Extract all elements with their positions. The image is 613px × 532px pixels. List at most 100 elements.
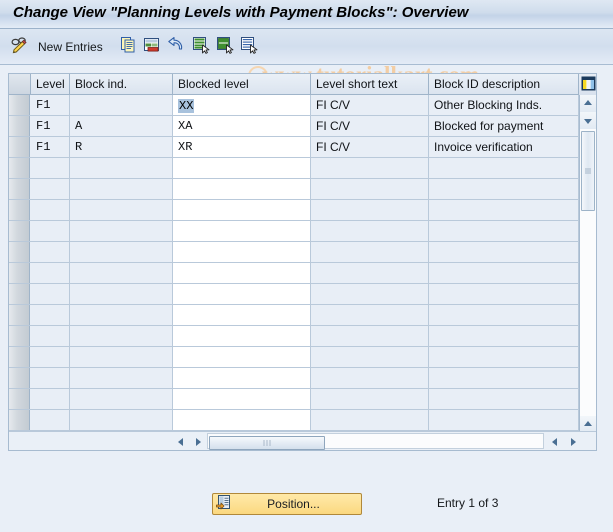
table-row[interactable] xyxy=(9,410,596,431)
cell-block_id_description xyxy=(429,179,579,199)
delete-button[interactable] xyxy=(143,36,161,58)
display-change-button[interactable] xyxy=(10,36,30,58)
cell-level_short_text xyxy=(311,200,429,220)
scroll-up-button[interactable] xyxy=(580,95,596,112)
horizontal-scroll-thumb[interactable] xyxy=(209,436,325,450)
row-selector[interactable] xyxy=(9,95,30,115)
row-selector[interactable] xyxy=(9,137,30,157)
table-row[interactable] xyxy=(9,368,596,389)
cell-block_id_description xyxy=(429,368,579,388)
row-selector[interactable] xyxy=(9,284,30,304)
cell-level_short_text xyxy=(311,158,429,178)
row-selector[interactable] xyxy=(9,242,30,262)
cell-blocked_level[interactable] xyxy=(173,242,311,262)
table-row[interactable] xyxy=(9,200,596,221)
row-selector[interactable] xyxy=(9,305,30,325)
scroll-far-right-button[interactable] xyxy=(565,434,580,449)
column-header-block-ind[interactable]: Block ind. xyxy=(70,74,173,94)
table-row[interactable] xyxy=(9,158,596,179)
table-row[interactable] xyxy=(9,284,596,305)
cell-blocked_level[interactable]: XX xyxy=(173,95,311,115)
select-block-button[interactable] xyxy=(216,36,234,58)
table-row[interactable] xyxy=(9,221,596,242)
row-selector[interactable] xyxy=(9,410,30,430)
cell-blocked_level[interactable] xyxy=(173,410,311,430)
row-selector[interactable] xyxy=(9,221,30,241)
cell-blocked_level[interactable]: XR xyxy=(173,137,311,157)
vertical-scrollbar[interactable] xyxy=(579,95,596,450)
table-row[interactable] xyxy=(9,179,596,200)
cell-level xyxy=(31,326,70,346)
column-config-button[interactable] xyxy=(578,74,596,95)
cell-blocked_level[interactable] xyxy=(173,158,311,178)
cell-blocked_level[interactable] xyxy=(173,179,311,199)
cell-level xyxy=(31,221,70,241)
cell-blocked_level[interactable] xyxy=(173,305,311,325)
column-header-block-id-description[interactable]: Block ID description xyxy=(429,74,579,94)
scroll-right-button[interactable] xyxy=(190,434,205,449)
scroll-far-left-button[interactable] xyxy=(547,434,562,449)
table-row[interactable]: F1 R XR FI C/V Invoice verification xyxy=(9,137,596,158)
row-selector[interactable] xyxy=(9,347,30,367)
horizontal-scrollbar[interactable] xyxy=(9,431,596,450)
cell-level xyxy=(31,200,70,220)
scroll-right-icon xyxy=(195,437,201,446)
select-all-icon xyxy=(192,36,210,59)
scroll-far-right-icon xyxy=(570,437,576,446)
cell-level: F1 xyxy=(31,95,70,115)
cell-level_short_text xyxy=(311,221,429,241)
copy-as-button[interactable] xyxy=(120,36,138,58)
row-selector[interactable] xyxy=(9,389,30,409)
table-body: F1 XX FI C/V Other Blocking Inds. F1 A XA FI C/… xyxy=(9,95,596,450)
glasses-pencil-icon xyxy=(10,35,30,60)
cell-level_short_text xyxy=(311,368,429,388)
cell-block_ind xyxy=(70,284,173,304)
column-header-blocked-level[interactable]: Blocked level xyxy=(173,74,311,94)
cell-block_id_description xyxy=(429,263,579,283)
cell-blocked_level[interactable] xyxy=(173,368,311,388)
table-row[interactable] xyxy=(9,326,596,347)
horizontal-scroll-track[interactable] xyxy=(207,433,544,450)
cell-block_ind xyxy=(70,242,173,262)
cell-block_id_description xyxy=(429,242,579,262)
table-row[interactable] xyxy=(9,263,596,284)
cell-block_id_description: Blocked for payment xyxy=(429,116,579,136)
table-row[interactable]: F1 A XA FI C/V Blocked for payment xyxy=(9,116,596,137)
scroll-down-button[interactable] xyxy=(580,112,596,129)
vertical-scroll-thumb[interactable] xyxy=(581,131,595,211)
cell-blocked_level[interactable] xyxy=(173,284,311,304)
select-all-column-header[interactable] xyxy=(9,74,31,94)
column-header-level[interactable]: Level xyxy=(31,74,70,94)
table-row[interactable] xyxy=(9,242,596,263)
row-selector[interactable] xyxy=(9,263,30,283)
row-selector[interactable] xyxy=(9,200,30,220)
deselect-all-button[interactable] xyxy=(240,36,258,58)
cell-blocked_level[interactable] xyxy=(173,200,311,220)
cell-blocked_level[interactable] xyxy=(173,389,311,409)
row-selector[interactable] xyxy=(9,179,30,199)
cell-blocked_level[interactable] xyxy=(173,263,311,283)
cell-level: F1 xyxy=(31,116,70,136)
table-row[interactable] xyxy=(9,347,596,368)
cell-level_short_text xyxy=(311,242,429,262)
row-selector[interactable] xyxy=(9,116,30,136)
table-row[interactable] xyxy=(9,305,596,326)
table-row[interactable] xyxy=(9,389,596,410)
row-selector[interactable] xyxy=(9,326,30,346)
cell-block_id_description xyxy=(429,305,579,325)
cell-blocked_level[interactable] xyxy=(173,347,311,367)
cell-blocked_level[interactable] xyxy=(173,221,311,241)
scroll-left-button[interactable] xyxy=(173,434,188,449)
row-selector[interactable] xyxy=(9,158,30,178)
select-all-button[interactable] xyxy=(192,36,210,58)
new-entries-button[interactable]: New Entries xyxy=(38,36,103,58)
undo-button[interactable] xyxy=(167,36,185,58)
table-row[interactable]: F1 XX FI C/V Other Blocking Inds. xyxy=(9,95,596,116)
position-button[interactable]: Position... xyxy=(212,493,362,515)
cell-block_ind xyxy=(70,368,173,388)
cell-blocked_level[interactable]: XA xyxy=(173,116,311,136)
cell-blocked_level[interactable] xyxy=(173,326,311,346)
cell-level xyxy=(31,158,70,178)
row-selector[interactable] xyxy=(9,368,30,388)
column-header-level-short-text[interactable]: Level short text xyxy=(311,74,429,94)
